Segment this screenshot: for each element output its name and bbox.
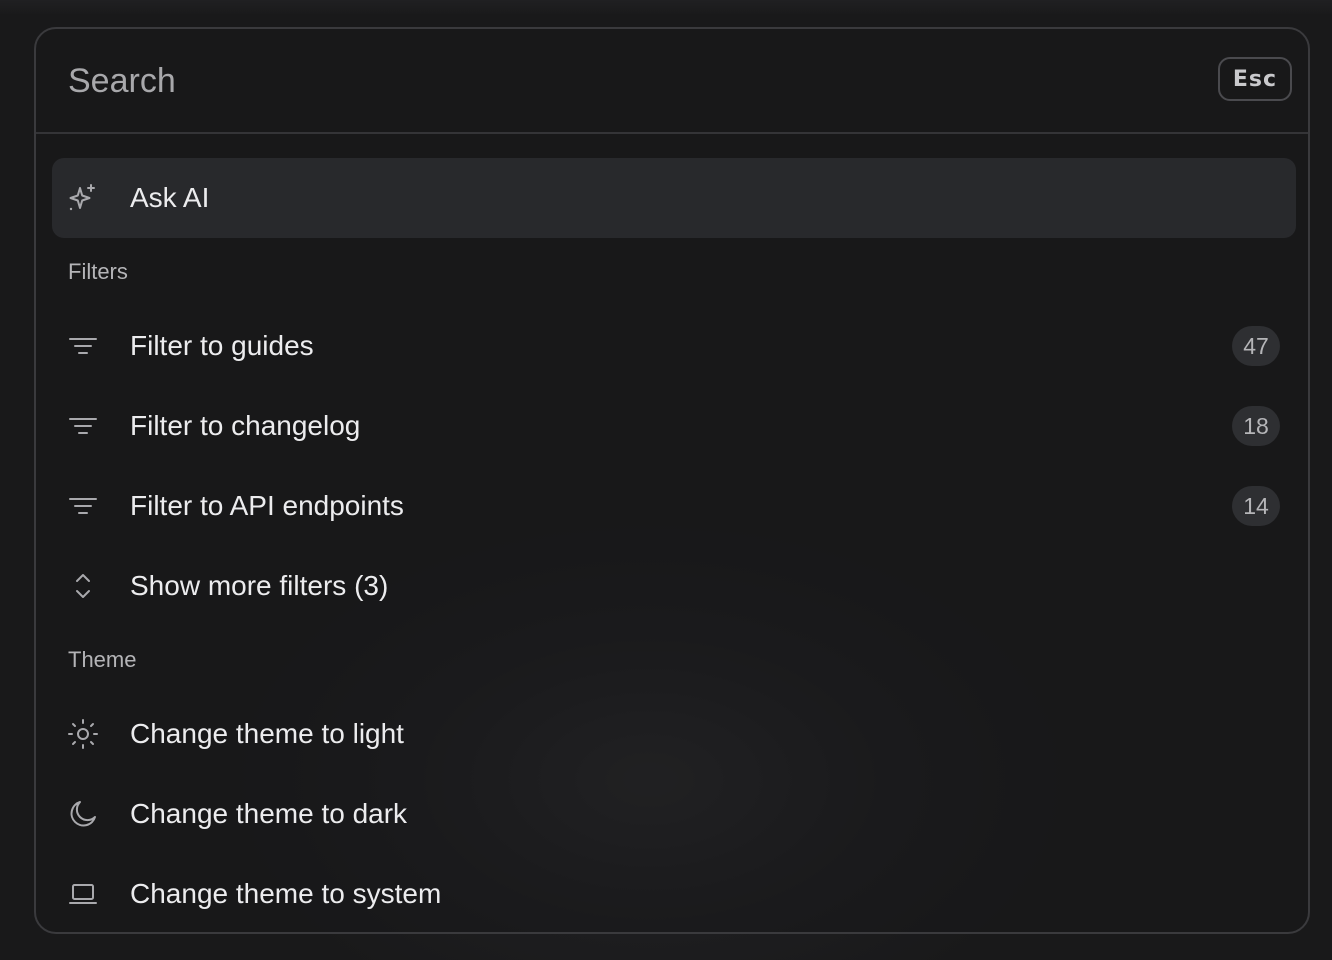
theme-item-label: Change theme to light [130,718,404,749]
theme-item-label: Change theme to system [130,878,442,909]
theme-item-system[interactable]: Change theme to system [52,854,1296,932]
search-header: Esc [36,29,1308,134]
show-more-filters-label: Show more filters (3) [130,570,389,601]
theme-heading: Theme [68,647,137,672]
filter-item-label: Filter to changelog [130,410,361,441]
ask-ai-label: Ask AI [130,182,210,213]
count-badge: 14 [1232,486,1280,526]
count-badge: 18 [1232,406,1280,446]
chevron-up-down-icon [66,569,100,603]
theme-item-label: Change theme to dark [130,798,408,829]
filter-lines-icon [66,329,100,363]
filter-item-changelog[interactable]: Filter to changelog 18 [52,386,1296,466]
escape-key-button[interactable]: Esc [1218,57,1292,101]
filter-item-api-endpoints[interactable]: Filter to API endpoints 14 [52,466,1296,546]
sparkles-icon [66,181,100,215]
filter-item-label: Filter to guides [130,330,314,361]
moon-icon [66,797,100,831]
count-badge: 47 [1232,326,1280,366]
theme-item-dark[interactable]: Change theme to dark [52,774,1296,854]
filter-lines-icon [66,409,100,443]
filters-heading: Filters [68,259,128,284]
results-list: Ask AI Filters Filter to guides 47 Filte… [52,158,1296,932]
ask-ai-item[interactable]: Ask AI [52,158,1296,238]
search-input[interactable] [68,57,1188,105]
laptop-icon [66,877,100,911]
show-more-filters-item[interactable]: Show more filters (3) [52,546,1296,626]
filter-item-label: Filter to API endpoints [130,490,404,521]
theme-item-light[interactable]: Change theme to light [52,694,1296,774]
filter-item-guides[interactable]: Filter to guides 47 [52,306,1296,386]
sun-icon [66,717,100,751]
background-topbar [0,0,1332,14]
command-palette: Esc Ask AI Filters Filter to guides 47 [34,27,1310,934]
filter-lines-icon [66,489,100,523]
